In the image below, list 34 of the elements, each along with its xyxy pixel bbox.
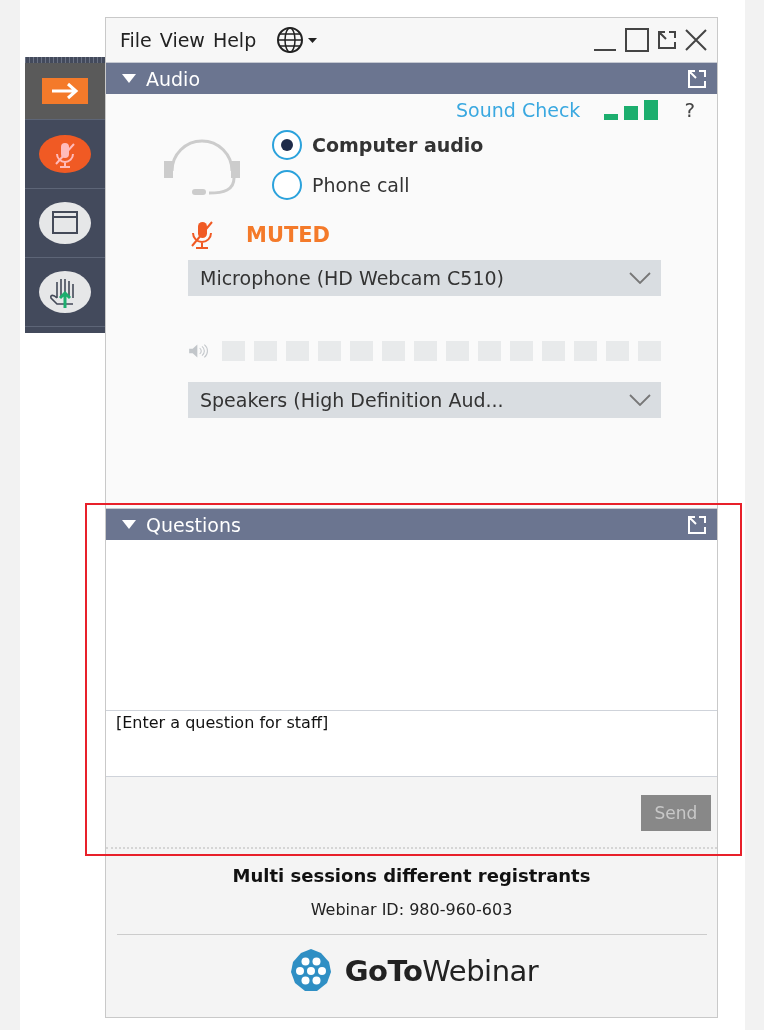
close-icon[interactable]: [685, 29, 707, 51]
section-header[interactable]: Audio: [106, 62, 717, 94]
window-icon: [38, 201, 92, 245]
menu-item[interactable]: Help: [212, 29, 257, 51]
maximize-icon[interactable]: [625, 28, 649, 52]
menu-item[interactable]: View: [159, 29, 205, 51]
collapse-button[interactable]: [25, 63, 105, 120]
hand-icon: [38, 270, 92, 314]
collapse-triangle-icon[interactable]: [122, 73, 136, 84]
webinar-id: Webinar ID: 980-960-603: [310, 900, 513, 919]
help-icon[interactable]: ?: [684, 98, 695, 122]
popout-icon[interactable]: [657, 30, 677, 50]
audio-option[interactable]: Computer audio: [272, 130, 484, 160]
option-label: Computer audio: [312, 134, 484, 156]
menu-item[interactable]: File: [120, 29, 152, 51]
microphone-dropdown[interactable]: Microphone (HD Webcam C510): [188, 260, 661, 296]
speakers-dropdown[interactable]: Speakers (High Definition Aud...: [188, 382, 661, 418]
product-logo: GoToWebinar: [344, 954, 539, 988]
option-label: Phone call: [312, 174, 410, 196]
muted-microphone-icon: [188, 220, 216, 250]
section-header[interactable]: Questions: [106, 508, 717, 540]
question-field[interactable]: [Enter a question for staff]: [106, 710, 717, 777]
signal-bars-icon: [604, 100, 661, 120]
radio-button[interactable]: [272, 130, 302, 160]
section-title: Questions: [146, 513, 241, 536]
collapse-triangle-icon[interactable]: [122, 519, 136, 530]
radio-button[interactable]: [272, 170, 302, 200]
chevron-down-icon: [629, 272, 651, 284]
muted-microphone-icon: [38, 134, 92, 174]
session-title: Multi sessions different registrants: [232, 865, 591, 886]
muted-status: MUTED: [246, 223, 331, 247]
audio-option[interactable]: Phone call: [272, 170, 484, 200]
section-title: Audio: [146, 67, 200, 90]
chevron-down-icon: [629, 394, 651, 406]
